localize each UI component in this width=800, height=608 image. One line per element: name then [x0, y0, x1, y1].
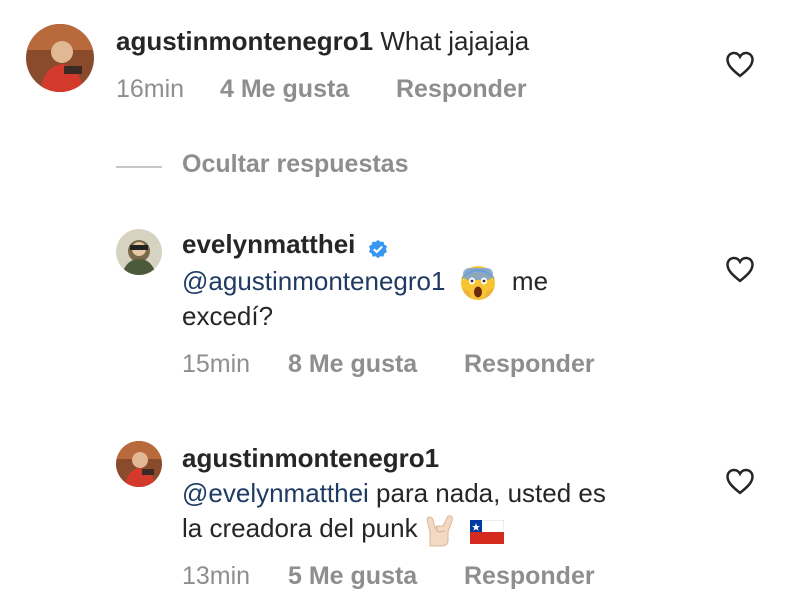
- comment-body-text: excedí?: [182, 301, 274, 331]
- comment-body-text: para nada, usted es: [368, 478, 606, 508]
- hide-replies-label: Ocultar respuestas: [182, 150, 409, 178]
- username[interactable]: agustinmontenegro1: [182, 443, 439, 473]
- username[interactable]: evelynmatthei: [182, 229, 355, 259]
- avatar[interactable]: [26, 24, 94, 92]
- rock-hand-emoji-icon: [421, 512, 457, 548]
- reply-button[interactable]: Responder: [464, 350, 595, 379]
- like-heart-icon[interactable]: [725, 467, 755, 495]
- timestamp: 13min: [182, 562, 251, 590]
- verified-badge-icon: [367, 235, 389, 259]
- likes-count[interactable]: 4 Me gusta: [220, 75, 349, 104]
- comment-body-line-2: excedí?: [182, 299, 273, 333]
- comment-body-line-1: @agustinmontenegro1 me: [182, 264, 548, 302]
- like-heart-icon[interactable]: [725, 50, 755, 78]
- comment-body-text: la creadora del punk: [182, 513, 418, 543]
- mention-link[interactable]: @agustinmontenegro1: [182, 266, 445, 296]
- chile-flag-emoji-icon: [469, 518, 505, 545]
- timestamp: 16min: [116, 75, 185, 103]
- comment-body: What jajajaja: [380, 26, 530, 56]
- likes-count[interactable]: 8 Me gusta: [288, 350, 417, 379]
- scream-emoji-icon: [459, 264, 497, 302]
- avatar[interactable]: [116, 441, 162, 487]
- comment-body-text: me: [511, 266, 549, 296]
- divider-line: [116, 166, 162, 168]
- timestamp: 15min: [182, 350, 251, 378]
- comment-text-row: agustinmontenegro1 What jajajaja: [116, 24, 529, 58]
- like-heart-icon[interactable]: [725, 255, 755, 283]
- comment-text-row: agustinmontenegro1: [182, 441, 439, 475]
- comment-text-row: evelynmatthei: [182, 227, 389, 261]
- username[interactable]: agustinmontenegro1: [116, 26, 373, 56]
- reply-button[interactable]: Responder: [464, 562, 595, 591]
- avatar[interactable]: [116, 229, 162, 275]
- reply-button[interactable]: Responder: [396, 75, 527, 104]
- comment-body-line-2: la creadora del punk: [182, 511, 505, 548]
- mention-link[interactable]: @evelynmatthei: [182, 478, 369, 508]
- likes-count[interactable]: 5 Me gusta: [288, 562, 417, 591]
- comment-body-line-1: @evelynmatthei para nada, usted es: [182, 476, 606, 510]
